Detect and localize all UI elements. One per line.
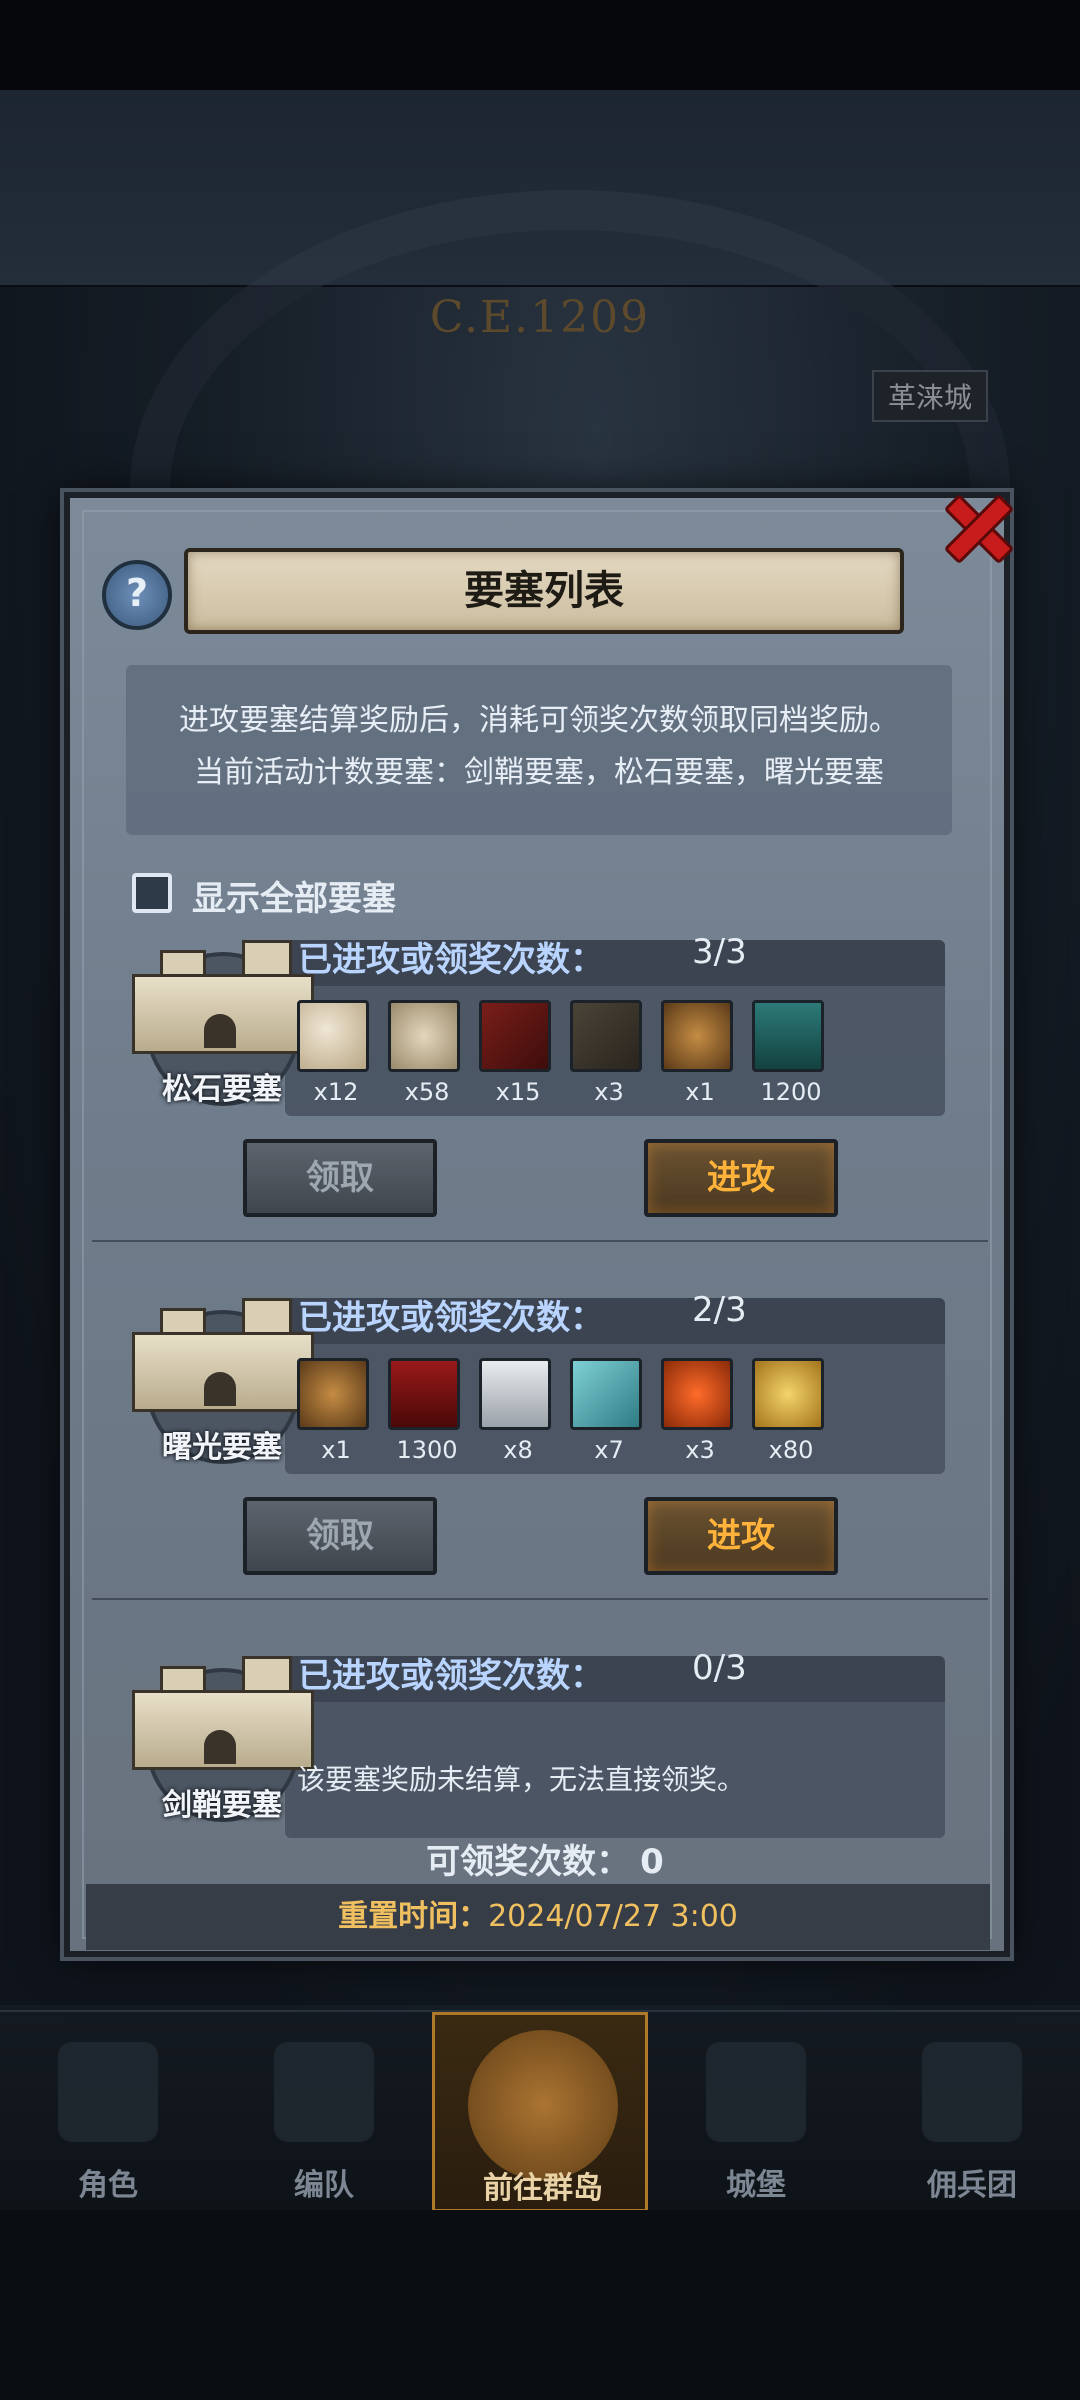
modal-title: 要塞列表 — [464, 568, 624, 614]
row-divider — [92, 1598, 988, 1600]
reward-qty: x7 — [594, 1436, 624, 1464]
claimable-label: 可领奖次数： — [426, 1842, 631, 1882]
not-settled-note: 该要塞奖励未结算，无法直接领奖。 — [297, 1763, 746, 1796]
reward-item[interactable]: x3 — [570, 1000, 648, 1106]
bottom-navigation: 角色 编队 前往群岛 城堡 佣兵团 — [0, 2010, 1080, 2212]
reset-time: 2024/07/27 3:00 — [488, 1899, 738, 1934]
reward-item[interactable]: x15 — [479, 1000, 557, 1106]
fortress-castle-icon: 曙光要塞 — [124, 1290, 314, 1465]
reward-qty: x1 — [685, 1078, 715, 1106]
nav-item-castle[interactable]: 城堡 — [648, 2012, 864, 2212]
attack-count-value: 0/3 — [692, 1648, 747, 1688]
claim-button[interactable]: 领取 — [243, 1497, 437, 1575]
reward-qty: x12 — [313, 1078, 359, 1106]
nav-label: 角色 — [78, 2168, 138, 2203]
attack-count-label: 已进攻或领奖次数： — [298, 1298, 604, 1338]
attack-count-value: 2/3 — [692, 1290, 747, 1330]
claim-button[interactable]: 领取 — [243, 1139, 437, 1217]
reward-item[interactable]: x1 — [661, 1000, 739, 1106]
reward-item[interactable]: x3 — [661, 1358, 739, 1464]
reward-item[interactable]: x8 — [479, 1358, 557, 1464]
red-banner-icon — [388, 1358, 460, 1430]
reward-qty: x1 — [321, 1436, 351, 1464]
nav-item-role[interactable]: 角色 — [0, 2012, 216, 2212]
gesture-bar-area — [0, 2210, 1080, 2400]
nav-label: 城堡 — [726, 2168, 786, 2203]
row-divider — [92, 1240, 988, 1242]
reward-item[interactable]: x12 — [297, 1000, 375, 1106]
title-banner: 要塞列表 — [184, 548, 904, 634]
reward-qty: x58 — [404, 1078, 450, 1106]
castle-gate — [204, 1372, 236, 1406]
claimable-value: 0 — [640, 1842, 664, 1882]
castle-gate — [204, 1730, 236, 1764]
fortress-name: 曙光要塞 — [162, 1430, 282, 1465]
nav-label: 前往群岛 — [483, 2171, 603, 2206]
reward-qty: x3 — [594, 1078, 624, 1106]
show-all-label: 显示全部要塞 — [192, 879, 396, 919]
claimable-count: 可领奖次数： 0 — [0, 1834, 1080, 1883]
description-box: 进攻要塞结算奖励后，消耗可领奖次数领取同档奖励。 当前活动计数要塞：剑鞘要塞，松… — [126, 665, 952, 835]
fortress-name: 剑鞘要塞 — [162, 1788, 282, 1823]
reset-label: 重置时间： — [338, 1899, 489, 1934]
reward-item[interactable]: 1300 — [388, 1358, 466, 1464]
nav-item-mercenary[interactable]: 佣兵团 — [864, 2012, 1080, 2212]
fortress-castle-icon: 剑鞘要塞 — [124, 1648, 314, 1823]
cloth-icon — [570, 1358, 642, 1430]
reward-qty: x8 — [503, 1436, 533, 1464]
description-line-2: 当前活动计数要塞：剑鞘要塞，松石要塞，曙光要塞 — [194, 755, 884, 790]
formation-icon — [274, 2042, 374, 2142]
attack-button[interactable]: 进攻 — [644, 1497, 838, 1575]
attack-count-label: 已进攻或领奖次数： — [298, 1656, 604, 1696]
reward-qty: x80 — [768, 1436, 814, 1464]
fiber-icon — [388, 1000, 460, 1072]
horn-icon — [570, 1000, 642, 1072]
fortress-castle-icon: 松石要塞 — [124, 932, 314, 1107]
attack-count-label: 已进攻或领奖次数： — [298, 940, 604, 980]
question-icon: ? — [125, 571, 149, 615]
medal-icon — [661, 1000, 733, 1072]
nav-item-formation[interactable]: 编队 — [216, 2012, 432, 2212]
islands-icon — [468, 2030, 618, 2180]
reward-item[interactable]: x1 — [297, 1358, 375, 1464]
help-button[interactable]: ? — [102, 560, 172, 630]
coin-icon — [752, 1358, 824, 1430]
reward-item[interactable]: 1200 — [752, 1000, 830, 1106]
attack-button[interactable]: 进攻 — [644, 1139, 838, 1217]
castle-gate — [204, 1014, 236, 1048]
nav-label: 佣兵团 — [927, 2168, 1017, 2203]
close-button[interactable] — [932, 482, 1018, 568]
fortress-name: 松石要塞 — [162, 1072, 282, 1107]
reward-qty: x15 — [495, 1078, 541, 1106]
shell-icon — [297, 1000, 369, 1072]
knight-icon — [58, 2042, 158, 2142]
medal-icon — [297, 1358, 369, 1430]
show-all-checkbox[interactable] — [132, 873, 172, 913]
reward-qty: 1300 — [396, 1436, 458, 1464]
reward-qty: 1200 — [760, 1078, 822, 1106]
horse-icon — [479, 1358, 551, 1430]
status-bar-area — [0, 0, 1080, 90]
reward-qty: x3 — [685, 1436, 715, 1464]
castle-icon — [706, 2042, 806, 2142]
description-line-1: 进攻要塞结算奖励后，消耗可领奖次数领取同档奖励。 — [179, 703, 899, 738]
nav-item-islands[interactable]: 前往群岛 — [432, 2012, 648, 2212]
reward-item[interactable]: x58 — [388, 1000, 466, 1106]
teal-banner-icon — [752, 1000, 824, 1072]
reset-time-bar: 重置时间：2024/07/27 3:00 — [86, 1884, 990, 1950]
reward-item[interactable]: x7 — [570, 1358, 648, 1464]
caviar-icon — [661, 1358, 733, 1430]
wood-icon — [479, 1000, 551, 1072]
nav-label: 编队 — [294, 2168, 354, 2203]
mercenary-icon — [922, 2042, 1022, 2142]
reward-item[interactable]: x80 — [752, 1358, 830, 1464]
attack-count-value: 3/3 — [692, 932, 747, 972]
